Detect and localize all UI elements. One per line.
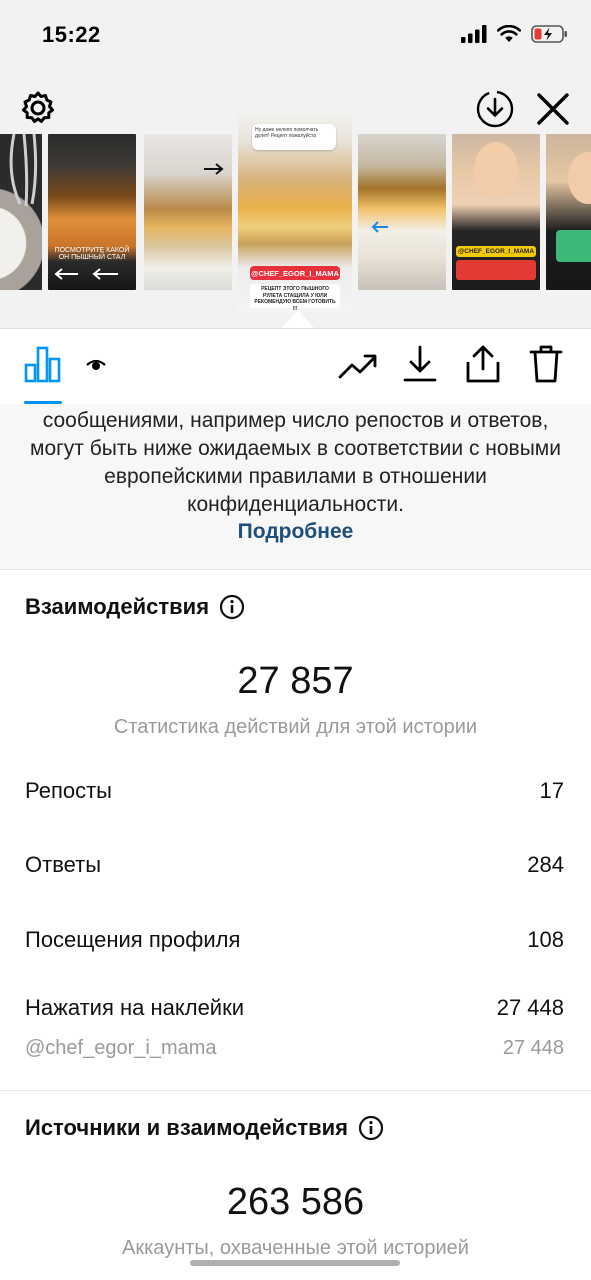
share-icon [466, 345, 500, 383]
metric-label: Посещения профиля [25, 927, 241, 952]
metric-label: Ответы [25, 852, 102, 877]
selected-pointer [282, 310, 314, 328]
interactions-title: Взаимодействия [25, 594, 210, 619]
face-illustration [474, 142, 518, 198]
metric-value: 27 448 [496, 995, 564, 1020]
metric-row-reposts: Репосты 17 [25, 778, 564, 804]
thumbnail-caption: ПОСМОТРИТЕ КАКОЙ ОН ПЫШНЫЙ СТАЛ [54, 246, 130, 262]
interactions-header: Взаимодействия [25, 594, 245, 620]
story-thumbnail[interactable]: ПОСМОТРИТЕ КАКОЙ ОН ПЫШНЫЙ СТАЛ [48, 134, 136, 290]
status-icons [461, 24, 569, 44]
caption-box [456, 260, 536, 280]
status-time: 15:22 [42, 22, 101, 47]
mention-sticker: @CHEF_EGOR_I_MAMA [250, 266, 340, 280]
interactions-subtitle: Статистика действий для этой истории [113, 716, 478, 738]
mention-label: @chef_egor_i_mama [25, 1037, 217, 1059]
discovery-title: Источники и взаимодействия [25, 1115, 348, 1140]
share-button[interactable] [460, 341, 506, 387]
signal-icon [461, 25, 487, 43]
wifi-icon [497, 25, 521, 42]
battery-charging-icon [531, 25, 567, 43]
arrow-left-icon [371, 221, 388, 233]
download-icon [403, 345, 437, 382]
metric-row-sticker-taps: Нажатия на наклейки 27 448 [25, 995, 564, 1021]
mention-sticker: @CHEF_EGOR_I_MAMA [456, 246, 536, 257]
interactions-total: 27 857 [237, 660, 354, 702]
trash-icon [529, 345, 563, 383]
tab-insights[interactable] [20, 341, 66, 387]
story-thumbnail-selected[interactable]: Ну даже нелепо помолчать дулет! Рецепт п… [238, 110, 352, 312]
discovery-section: Источники и взаимодействия 263 586 Аккау… [0, 1091, 591, 1280]
arrow-right-icon [204, 163, 224, 175]
bar-chart-icon [24, 346, 61, 383]
story-thumbnail-strip: ПОСМОТРИТЕ КАКОЙ ОН ПЫШНЫЙ СТАЛ Ну даже … [0, 108, 591, 314]
whisk-illustration [9, 134, 38, 207]
promote-button[interactable] [334, 343, 382, 389]
save-button[interactable] [398, 341, 442, 387]
metric-label: Репосты [25, 778, 112, 803]
interactions-section: Взаимодействия 27 857 Статистика действи… [0, 570, 591, 1090]
metric-value: 284 [527, 852, 564, 877]
metric-label: Нажатия на наклейки [25, 995, 245, 1020]
privacy-notice: сообщениями, например число репостов и о… [0, 404, 591, 570]
story-thumbnail[interactable] [0, 134, 42, 290]
discovery-total: 263 586 [226, 1181, 365, 1223]
caption-box [556, 230, 591, 262]
metric-value: 108 [527, 927, 564, 952]
story-thumbnail[interactable]: @CHEF_EGOR_I_MAMA [452, 134, 540, 290]
tab-viewers[interactable] [82, 351, 110, 379]
story-thumbnail[interactable] [144, 134, 232, 290]
status-bar: 15:22 [0, 0, 591, 72]
metric-row-sticker-mention: @chef_egor_i_mama 27 448 [25, 1037, 564, 1060]
metric-value: 17 [539, 778, 564, 803]
discovery-subtitle: Аккаунты, охваченные этой историей [122, 1237, 469, 1259]
eye-icon [86, 359, 106, 370]
question-sticker: Ну даже нелепо помолчать дулет! Рецепт п… [252, 124, 336, 150]
story-action-bar [0, 328, 591, 404]
discovery-header: Источники и взаимодействия [25, 1115, 384, 1141]
info-icon[interactable] [358, 1115, 384, 1141]
privacy-notice-text: сообщениями, например число репостов и о… [30, 409, 561, 516]
learn-more-link[interactable]: Подробнее [0, 520, 591, 544]
metric-row-profile-visits: Посещения профиля 108 [25, 927, 564, 953]
mention-value: 27 448 [502, 1037, 564, 1059]
info-icon[interactable] [219, 594, 245, 620]
delete-button[interactable] [524, 341, 568, 387]
story-thumbnail[interactable] [546, 134, 591, 290]
story-thumbnail[interactable] [358, 134, 446, 290]
trending-up-icon [338, 354, 377, 379]
story-caption: РЕЦЕПТ ЭТОГО ПЫШНОГО РУЛЕТА СТАЩИЛА У ЮЛ… [250, 284, 340, 312]
metric-row-replies: Ответы 284 [25, 852, 564, 878]
arrow-left-icon [54, 268, 118, 280]
story-header: 15:22 ПОСМОТРИТЕ КАКОЙ ОН ПЫШНЫЙ СТАЛ Ну… [0, 0, 591, 328]
face-illustration [568, 152, 591, 204]
home-indicator[interactable] [190, 1260, 400, 1266]
